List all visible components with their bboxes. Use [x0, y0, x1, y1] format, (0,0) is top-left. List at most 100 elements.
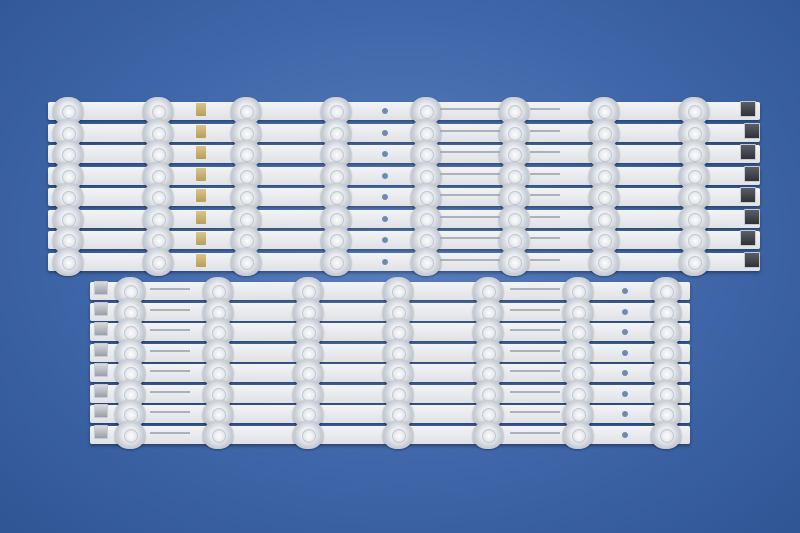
led-lens — [293, 420, 323, 449]
silkscreen-print — [510, 288, 560, 290]
led-strip — [90, 318, 690, 346]
cable-clip — [196, 210, 206, 224]
led-strip — [90, 400, 690, 428]
strip-connector — [94, 322, 108, 336]
silkscreen-print — [530, 258, 560, 261]
mounting-hole — [382, 215, 388, 222]
silkscreen-print — [510, 431, 560, 434]
mounting-hole — [382, 172, 388, 179]
led-lens — [651, 420, 681, 449]
silkscreen-print — [530, 194, 560, 196]
strip-connector — [94, 301, 108, 316]
led-lens — [499, 247, 529, 276]
led-lens — [53, 247, 83, 276]
mounting-hole — [382, 108, 388, 114]
silkscreen-print — [150, 411, 190, 413]
mounting-hole — [622, 370, 628, 376]
strip-connector — [740, 230, 756, 246]
silkscreen-print — [150, 431, 190, 434]
silkscreen-print — [510, 411, 560, 413]
silkscreen-print — [530, 129, 560, 132]
mounting-hole — [622, 411, 628, 417]
led-strip — [90, 277, 690, 305]
mounting-hole — [622, 349, 628, 356]
led-strip — [90, 379, 690, 408]
led-strip — [48, 161, 760, 190]
strip-connector — [94, 424, 108, 439]
silkscreen-print — [440, 237, 500, 239]
strip-connector — [94, 404, 108, 418]
cable-clip — [196, 189, 206, 202]
led-strip — [48, 247, 760, 276]
led-strip — [48, 97, 760, 125]
led-strip — [48, 204, 760, 233]
mounting-hole — [382, 237, 388, 243]
strip-connector — [94, 342, 108, 357]
silkscreen-print — [510, 370, 560, 372]
silkscreen-print — [150, 349, 190, 352]
silkscreen-print — [150, 308, 190, 311]
led-lens — [231, 247, 261, 276]
cable-clip — [196, 253, 206, 267]
led-lens — [115, 420, 145, 449]
cable-clip — [196, 146, 206, 159]
cable-clip — [196, 103, 206, 116]
silkscreen-print — [530, 237, 560, 239]
strip-connector — [94, 383, 108, 398]
silkscreen-print — [150, 370, 190, 372]
silkscreen-print — [510, 390, 560, 393]
mounting-hole — [382, 194, 388, 200]
silkscreen-print — [440, 258, 500, 261]
strip-connector — [740, 101, 756, 117]
mounting-hole — [622, 431, 628, 438]
strip-connector — [744, 165, 760, 182]
silkscreen-print — [440, 194, 500, 196]
led-lens — [679, 247, 709, 276]
strip-connector — [94, 281, 108, 295]
cable-clip — [196, 167, 206, 181]
silkscreen-print — [150, 390, 190, 393]
led-strip — [90, 338, 690, 367]
silkscreen-print — [510, 329, 560, 331]
product-photo — [0, 0, 800, 533]
silkscreen-print — [530, 151, 560, 153]
silkscreen-print — [440, 215, 500, 218]
led-lens — [563, 420, 593, 449]
strip-connector — [740, 144, 756, 160]
led-lens — [203, 420, 233, 449]
led-strip — [90, 420, 690, 449]
strip-connector — [740, 187, 756, 203]
led-lens — [411, 247, 441, 276]
led-strip — [48, 140, 760, 168]
mounting-hole — [382, 258, 388, 265]
led-strip — [90, 359, 690, 387]
silkscreen-print — [530, 215, 560, 218]
silkscreen-print — [150, 329, 190, 331]
silkscreen-print — [510, 349, 560, 352]
strip-connector — [744, 251, 760, 268]
silkscreen-print — [530, 108, 560, 110]
led-strip — [90, 297, 690, 326]
led-lens — [589, 247, 619, 276]
cable-clip — [196, 232, 206, 245]
silkscreen-print — [440, 151, 500, 153]
mounting-hole — [382, 129, 388, 136]
silkscreen-print — [440, 108, 500, 110]
led-lens — [383, 420, 413, 449]
mounting-hole — [622, 329, 628, 335]
led-lens — [473, 420, 503, 449]
mounting-hole — [622, 288, 628, 294]
led-strip — [48, 118, 760, 147]
strip-connector — [94, 363, 108, 377]
mounting-hole — [382, 151, 388, 157]
silkscreen-print — [150, 288, 190, 290]
mounting-hole — [622, 308, 628, 315]
led-strip — [48, 183, 760, 211]
strip-connector — [744, 122, 760, 139]
led-lens — [143, 247, 173, 276]
led-lens — [321, 247, 351, 276]
strip-connector — [744, 208, 760, 225]
silkscreen-print — [440, 172, 500, 175]
mounting-hole — [622, 390, 628, 397]
silkscreen-print — [510, 308, 560, 311]
